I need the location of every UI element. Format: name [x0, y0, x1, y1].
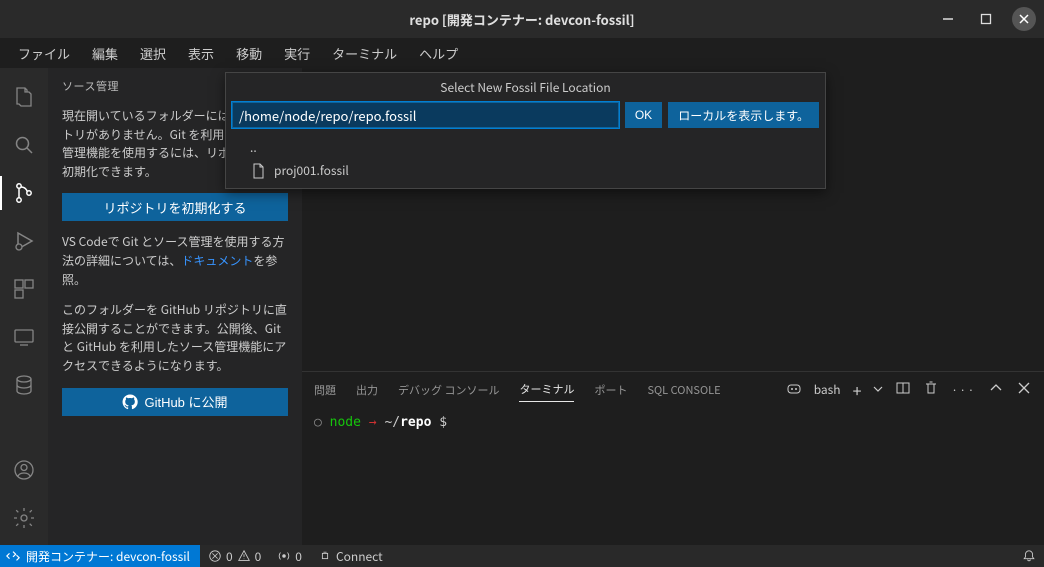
- tab-terminal[interactable]: ターミナル: [519, 381, 574, 402]
- bottom-panel: 問題 出力 デバッグ コンソール ターミナル ポート SQL CONSOLE b…: [302, 371, 1044, 545]
- tab-problems[interactable]: 問題: [314, 382, 336, 398]
- status-bar: 開発コンテナー: devcon-fossil 0 0 0 Connect: [0, 545, 1044, 567]
- init-repo-label: リポジトリを初期化する: [103, 198, 246, 217]
- publish-github-label: GitHub に公開: [144, 392, 227, 411]
- activity-extensions[interactable]: [0, 268, 48, 310]
- panel-maximize-icon[interactable]: [988, 380, 1004, 400]
- activity-remote-explorer[interactable]: [0, 316, 48, 358]
- activity-run-debug[interactable]: [0, 220, 48, 262]
- panel-actions: bash + ···: [786, 378, 1032, 402]
- window-close-button[interactable]: [1012, 7, 1036, 31]
- menu-view[interactable]: 表示: [178, 40, 224, 67]
- menu-edit[interactable]: 編集: [82, 40, 128, 67]
- quick-input-show-local-button[interactable]: ローカルを表示します。: [668, 102, 819, 128]
- activity-explorer[interactable]: [0, 76, 48, 118]
- activity-settings[interactable]: [0, 497, 48, 539]
- window-title: repo [開発コンテナー: devcon-fossil]: [409, 10, 634, 29]
- menubar: ファイル 編集 選択 表示 移動 実行 ターミナル ヘルプ: [0, 38, 1044, 68]
- kill-terminal-icon[interactable]: [923, 380, 939, 400]
- menu-terminal[interactable]: ターミナル: [322, 40, 407, 67]
- panel-more-icon[interactable]: ···: [951, 382, 976, 398]
- terminal-path-dir: repo: [400, 415, 431, 430]
- new-terminal-icon[interactable]: +: [853, 378, 862, 402]
- sidebar-publish-text: このフォルダーを GitHub リポジトリに直接公開することができます。公開後、…: [62, 301, 288, 375]
- terminal-bullet-icon: ○: [314, 415, 330, 430]
- quick-input-item-file[interactable]: proj001.fossil: [226, 159, 825, 182]
- tab-debug-console[interactable]: デバッグ コンソール: [398, 382, 499, 398]
- github-icon: [122, 394, 138, 410]
- status-remote[interactable]: 開発コンテナー: devcon-fossil: [0, 545, 200, 567]
- broadcast-icon: [277, 549, 291, 563]
- terminal-path-prefix: ~/: [384, 415, 400, 430]
- bell-icon: [1022, 549, 1036, 563]
- status-remote-label: 開発コンテナー: devcon-fossil: [26, 548, 190, 565]
- quick-input-item-up[interactable]: ..: [226, 136, 825, 159]
- error-icon: [208, 549, 222, 563]
- terminal-user: node: [330, 415, 361, 430]
- tab-output[interactable]: 出力: [356, 382, 378, 398]
- quick-input-list: .. proj001.fossil: [226, 134, 825, 188]
- tab-ports[interactable]: ポート: [594, 382, 627, 398]
- window-controls: [936, 7, 1036, 31]
- menu-help[interactable]: ヘルプ: [409, 40, 468, 67]
- activity-accounts[interactable]: [0, 449, 48, 491]
- tab-sql-console[interactable]: SQL CONSOLE: [647, 382, 720, 398]
- terminal-shell-label[interactable]: bash: [814, 381, 841, 398]
- menu-select[interactable]: 選択: [130, 40, 176, 67]
- window-titlebar: repo [開発コンテナー: devcon-fossil]: [0, 0, 1044, 38]
- remote-icon: [6, 549, 20, 563]
- terminal-body[interactable]: ○ node → ~/repo $: [302, 407, 1044, 545]
- split-terminal-icon[interactable]: [895, 380, 911, 400]
- init-repo-button[interactable]: リポジトリを初期化する: [62, 193, 288, 221]
- docs-link[interactable]: ドキュメント: [181, 252, 253, 269]
- window-maximize-button[interactable]: [974, 7, 998, 31]
- file-icon: [250, 163, 266, 179]
- window-minimize-button[interactable]: [936, 7, 960, 31]
- publish-github-button[interactable]: GitHub に公開: [62, 388, 288, 416]
- status-problems[interactable]: 0 0: [200, 545, 269, 567]
- sidebar-docs-text: VS Codeで Git とソース管理を使用する方法の詳細については、ドキュメン…: [62, 233, 288, 289]
- status-connect[interactable]: Connect: [310, 545, 391, 567]
- panel-close-icon[interactable]: [1016, 380, 1032, 400]
- copilot-icon[interactable]: [786, 380, 802, 400]
- quick-input-title: Select New Fossil File Location: [226, 73, 825, 102]
- terminal-arrow-icon: →: [369, 415, 385, 430]
- terminal-prompt: $: [439, 415, 447, 430]
- menu-file[interactable]: ファイル: [8, 40, 80, 67]
- quick-input-ok-button[interactable]: OK: [625, 102, 662, 128]
- activity-search[interactable]: [0, 124, 48, 166]
- quick-input-field[interactable]: [232, 102, 619, 128]
- menu-run[interactable]: 実行: [274, 40, 320, 67]
- menu-go[interactable]: 移動: [226, 40, 272, 67]
- terminal-dropdown-icon[interactable]: [873, 382, 883, 398]
- panel-tabs: 問題 出力 デバッグ コンソール ターミナル ポート SQL CONSOLE b…: [302, 372, 1044, 407]
- quick-input-dialog: Select New Fossil File Location OK ローカルを…: [225, 72, 826, 189]
- plug-icon: [318, 549, 332, 563]
- activity-database[interactable]: [0, 364, 48, 406]
- activity-source-control[interactable]: [0, 172, 48, 214]
- status-ports[interactable]: 0: [269, 545, 310, 567]
- status-notifications[interactable]: [1014, 545, 1044, 567]
- activity-bar: [0, 68, 48, 545]
- warning-icon: [237, 549, 251, 563]
